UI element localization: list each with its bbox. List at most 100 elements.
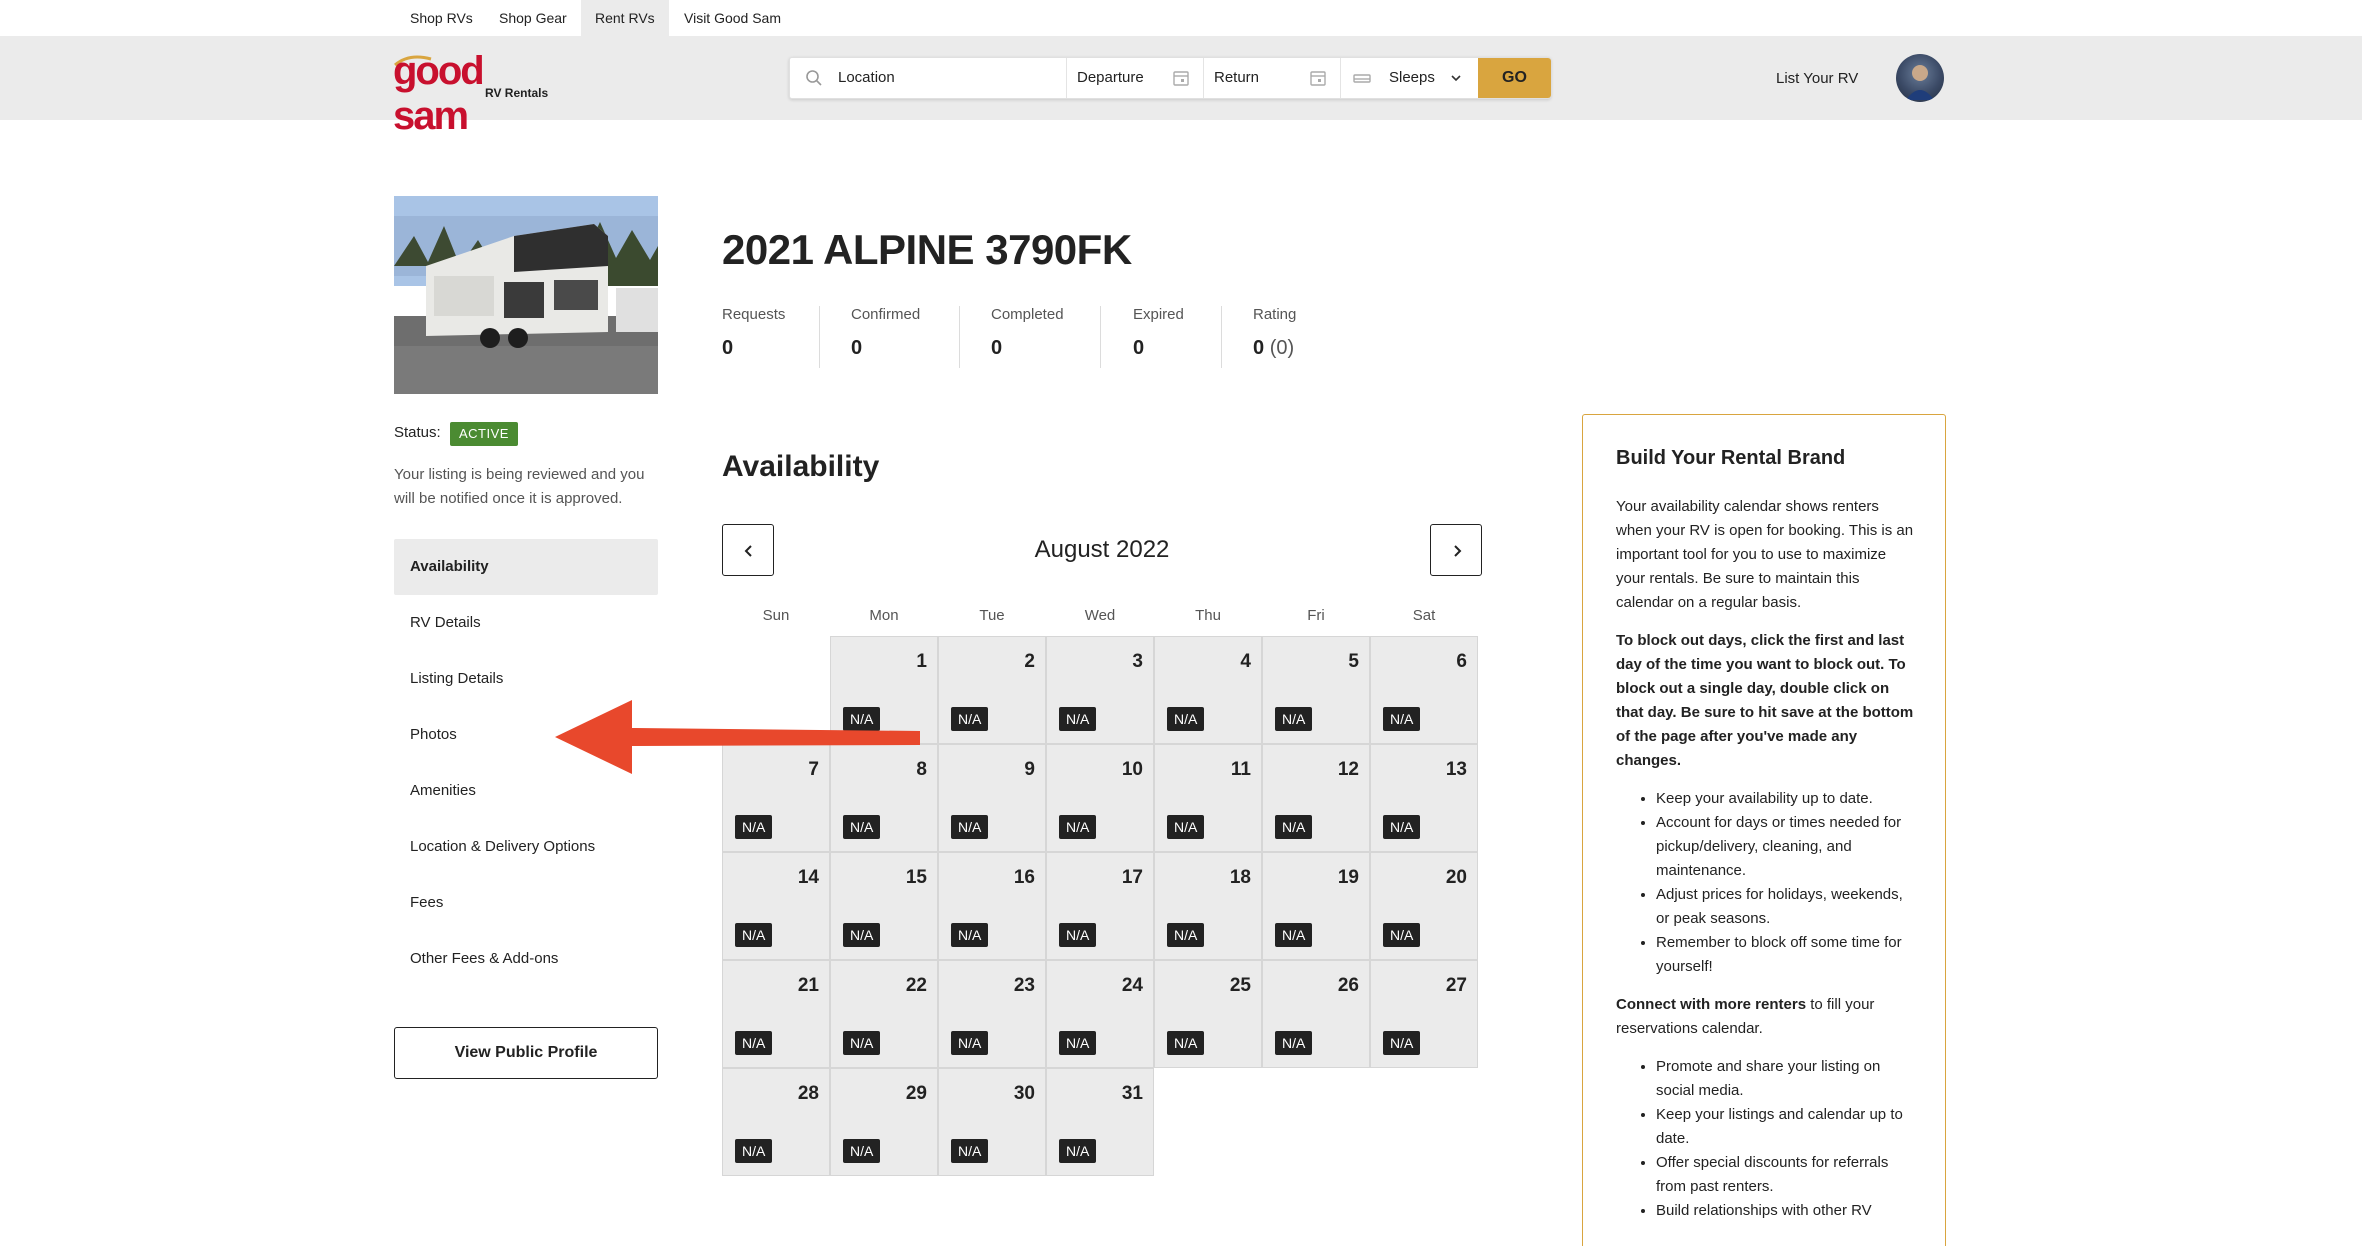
calendar-day-cell[interactable]: 11 N/A <box>1154 744 1262 852</box>
calendar-day-cell[interactable]: 27 N/A <box>1370 960 1478 1068</box>
calendar-day-cell[interactable]: 23 N/A <box>938 960 1046 1068</box>
sidebar-item-photos[interactable]: Photos <box>394 707 658 763</box>
calendar-day-cell[interactable]: 2 N/A <box>938 636 1046 744</box>
calendar-day-cell[interactable]: 30 N/A <box>938 1068 1046 1176</box>
sidebar-item-listing-details[interactable]: Listing Details <box>394 651 658 707</box>
calendar-day-cell[interactable]: 4 N/A <box>1154 636 1262 744</box>
day-number: 22 <box>905 975 927 996</box>
tab-visit-good-sam[interactable]: Visit Good Sam <box>670 0 795 36</box>
calendar-day-cell[interactable]: 24 N/A <box>1046 960 1154 1068</box>
rv-photo-image <box>394 196 658 394</box>
tab-shop-gear[interactable]: Shop Gear <box>485 0 581 36</box>
calendar-day-cell[interactable]: 6 N/A <box>1370 636 1478 744</box>
sidebar-item-amenities[interactable]: Amenities <box>394 763 658 819</box>
stat-label: Rating <box>1253 306 1297 323</box>
day-status-badge: N/A <box>1383 815 1421 839</box>
calendar-day-cell[interactable]: 20 N/A <box>1370 852 1478 960</box>
day-number: 30 <box>1013 1083 1035 1104</box>
calendar-day-cell[interactable]: 26 N/A <box>1262 960 1370 1068</box>
calendar-day-cell[interactable]: 16 N/A <box>938 852 1046 960</box>
list-item: Adjust prices for holidays, weekends, or… <box>1656 883 1916 931</box>
calendar-day-cell[interactable]: 17 N/A <box>1046 852 1154 960</box>
calendar-day-cell[interactable]: 15 N/A <box>830 852 938 960</box>
calendar-day-cell[interactable]: 10 N/A <box>1046 744 1154 852</box>
day-number: 13 <box>1445 759 1467 780</box>
day-status-badge: N/A <box>1167 815 1205 839</box>
departure-input[interactable]: Departure <box>1067 58 1204 98</box>
calendar-day-cell[interactable]: 1 N/A <box>830 636 938 744</box>
sidebar-item-location-delivery[interactable]: Location & Delivery Options <box>394 819 658 875</box>
listing-sidebar-nav: Availability RV Details Listing Details … <box>394 539 658 987</box>
avatar-person-icon <box>1906 65 1934 100</box>
brand-connect-list: Promote and share your listing on social… <box>1656 1055 1916 1223</box>
calendar-day-cell[interactable]: 29 N/A <box>830 1068 938 1176</box>
weekday-label: Sat <box>1412 607 1436 624</box>
day-number: 26 <box>1337 975 1359 996</box>
logo-sub: RV Rentals <box>485 86 549 100</box>
calendar-day-cell[interactable]: 19 N/A <box>1262 852 1370 960</box>
return-input[interactable]: Return <box>1204 58 1341 98</box>
day-status-badge: N/A <box>951 1031 989 1055</box>
calendar-icon <box>1173 71 1189 86</box>
calendar-day-cell[interactable]: 14 N/A <box>722 852 830 960</box>
rental-brand-card: Build Your Rental Brand Your availabilit… <box>1582 414 1946 1246</box>
calendar-day-cell[interactable]: 22 N/A <box>830 960 938 1068</box>
calendar-day-cell[interactable]: 18 N/A <box>1154 852 1262 960</box>
day-number: 16 <box>1013 867 1035 888</box>
list-item: Build relationships with other RV <box>1656 1199 1916 1223</box>
tab-shop-rvs[interactable]: Shop RVs <box>396 0 487 36</box>
day-number: 18 <box>1229 867 1251 888</box>
day-status-badge: N/A <box>843 923 881 947</box>
calendar-day-cell[interactable]: 7 N/A <box>722 744 830 852</box>
sidebar-item-availability[interactable]: Availability <box>394 539 658 595</box>
sidebar-item-other-fees[interactable]: Other Fees & Add-ons <box>394 931 658 987</box>
stat-value: 0 <box>991 337 1003 359</box>
good-sam-logo[interactable]: good sam RV Rentals <box>393 49 563 138</box>
go-button[interactable]: GO <box>1478 58 1551 98</box>
calendar-day-cell[interactable]: 21 N/A <box>722 960 830 1068</box>
availability-calendar: 1 N/A 2 N/A 3 N/A 4 N/A 5 N/A 6 N/A 7 N/A 8 N/A 9 N/A 10 N/… <box>722 636 1482 1180</box>
rating-value: 0 <box>1253 337 1265 359</box>
calendar-day-cell[interactable]: 8 N/A <box>830 744 938 852</box>
day-number: 5 <box>1348 651 1359 672</box>
sleeps-select[interactable]: Sleeps <box>1341 58 1478 98</box>
calendar-day-cell[interactable]: 31 N/A <box>1046 1068 1154 1176</box>
rv-photo <box>394 196 658 394</box>
day-number: 7 <box>808 759 819 780</box>
sidebar-item-rv-details[interactable]: RV Details <box>394 595 658 651</box>
sleeps-label: Sleeps <box>1389 69 1435 86</box>
brand-card-body: Your availability calendar shows renters… <box>1616 495 1916 1237</box>
day-status-badge: N/A <box>1383 1031 1421 1055</box>
user-avatar[interactable] <box>1896 54 1944 102</box>
day-number: 10 <box>1121 759 1143 780</box>
search-bar: Location Departure Return Sleeps GO <box>789 57 1551 99</box>
list-your-rv-link[interactable]: List Your RV <box>1776 70 1858 87</box>
calendar-day-cell[interactable]: 5 N/A <box>1262 636 1370 744</box>
day-number: 21 <box>797 975 819 996</box>
status-label: Status: <box>394 424 441 441</box>
day-status-badge: N/A <box>1059 1139 1097 1163</box>
prev-month-button[interactable] <box>722 524 774 576</box>
sidebar-item-fees[interactable]: Fees <box>394 875 658 931</box>
calendar-day-cell[interactable]: 25 N/A <box>1154 960 1262 1068</box>
next-month-button[interactable] <box>1430 524 1482 576</box>
stat-confirmed: Confirmed 0 <box>851 306 920 368</box>
calendar-day-cell[interactable]: 28 N/A <box>722 1068 830 1176</box>
stat-value: 0 (0) <box>1253 337 1296 360</box>
day-status-badge: N/A <box>1059 923 1097 947</box>
departure-label: Departure <box>1077 69 1144 86</box>
list-item: Keep your listings and calendar up to da… <box>1656 1103 1916 1151</box>
bed-icon <box>1353 74 1371 83</box>
calendar-day-cell[interactable]: 13 N/A <box>1370 744 1478 852</box>
day-number: 29 <box>905 1083 927 1104</box>
tab-rent-rvs[interactable]: Rent RVs <box>581 0 669 36</box>
location-input[interactable]: Location <box>790 58 1067 98</box>
day-number: 14 <box>797 867 819 888</box>
calendar-day-cell[interactable]: 3 N/A <box>1046 636 1154 744</box>
chevron-right-icon <box>1454 545 1462 557</box>
calendar-day-cell[interactable]: 9 N/A <box>938 744 1046 852</box>
calendar-day-cell[interactable]: 12 N/A <box>1262 744 1370 852</box>
day-number: 2 <box>1024 651 1035 672</box>
weekday-label: Sun <box>762 607 790 624</box>
view-public-profile-button[interactable]: View Public Profile <box>394 1027 658 1079</box>
